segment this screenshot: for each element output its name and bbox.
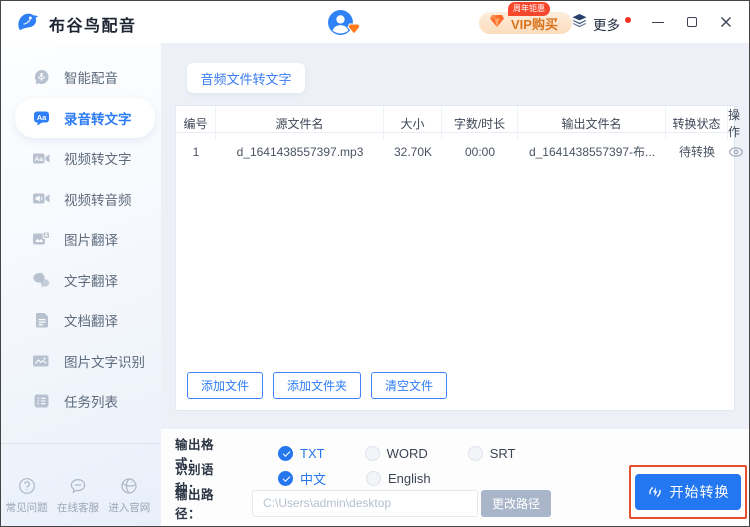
row-no: 1 bbox=[192, 144, 200, 159]
sidebar-item-label: 任务列表 bbox=[64, 395, 118, 411]
question-icon bbox=[18, 478, 35, 494]
more-menu-button[interactable]: 更多 bbox=[571, 13, 631, 34]
sidebar-item-label: 录音转文字 bbox=[64, 111, 132, 127]
app-window: 布谷鸟配音 周年钜惠 VIP购买 更多 智能配音 Aa 录音转文字 Aa 视频转… bbox=[0, 0, 750, 527]
tab-label: 音频文件转文字 bbox=[200, 71, 292, 87]
row-source-name: d_1641438557397.mp3 bbox=[236, 144, 364, 159]
clear-files-button[interactable]: 清空文件 bbox=[371, 372, 448, 399]
avatar-vip-badge-icon bbox=[347, 22, 361, 40]
row-output-name: d_1641438557397-布... bbox=[528, 145, 656, 159]
preview-eye-icon[interactable] bbox=[728, 144, 744, 160]
row-size: 32.70K bbox=[393, 144, 433, 159]
maximize-icon bbox=[687, 17, 697, 27]
main-area: 音频文件转文字 编号 源文件名 大小 字数/时长 输出文件名 转换状态 操作 1… bbox=[161, 43, 749, 526]
vip-promo-badge: 周年钜惠 bbox=[508, 2, 550, 16]
output-path-row: 输出路径： 更改路径 bbox=[175, 484, 552, 522]
faq-label: 常见问题 bbox=[5, 502, 48, 514]
start-conversion-button[interactable]: 开始转换 bbox=[635, 474, 741, 510]
table-header-row: 编号 源文件名 大小 字数/时长 输出文件名 转换状态 操作 bbox=[176, 106, 740, 140]
format-option-srt[interactable]: SRT bbox=[467, 445, 516, 461]
sidebar-item-task-list[interactable]: 任务列表 bbox=[1, 381, 161, 422]
user-avatar[interactable] bbox=[327, 9, 361, 39]
app-brand: 布谷鸟配音 bbox=[14, 8, 137, 39]
sidebar-footer-divider bbox=[1, 443, 161, 444]
support-icon bbox=[70, 478, 86, 494]
online-support-button[interactable]: 在线客服 bbox=[57, 477, 99, 515]
task-list-icon bbox=[31, 393, 51, 409]
close-icon bbox=[721, 17, 731, 27]
audio-to-text-icon: Aa bbox=[31, 110, 51, 126]
minimize-icon bbox=[652, 21, 664, 23]
sidebar-item-smart-dubbing[interactable]: 智能配音 bbox=[1, 57, 161, 98]
convert-bolt-icon bbox=[648, 486, 661, 498]
sidebar-item-label: 智能配音 bbox=[64, 71, 118, 87]
sidebar-item-video-to-audio[interactable]: 视频转音频 bbox=[1, 179, 161, 220]
vip-buy-label: VIP购买 bbox=[511, 16, 558, 32]
sidebar-item-label: 视频转音频 bbox=[64, 192, 132, 208]
official-site-button[interactable]: 进入官网 bbox=[108, 477, 150, 515]
image-translate-icon: A bbox=[31, 231, 51, 247]
more-label: 更多 bbox=[593, 17, 620, 33]
sidebar-item-image-ocr[interactable]: 图片文字识别 bbox=[1, 341, 161, 382]
svg-text:Aa: Aa bbox=[35, 156, 44, 163]
table-empty-space bbox=[176, 170, 734, 372]
row-actions bbox=[728, 133, 749, 170]
add-file-button[interactable]: 添加文件 bbox=[187, 372, 264, 399]
notification-dot bbox=[625, 16, 631, 23]
mic-bubble-icon bbox=[31, 69, 51, 85]
radio-unchecked-icon bbox=[467, 445, 483, 461]
minimize-button[interactable] bbox=[649, 13, 667, 31]
online-support-label: 在线客服 bbox=[56, 502, 99, 514]
table-row[interactable]: 1 d_1641438557397.mp3 32.70K 00:00 d_164… bbox=[176, 133, 743, 170]
output-path-input[interactable] bbox=[252, 489, 478, 517]
video-to-text-icon: Aa bbox=[31, 151, 51, 166]
sidebar-item-video-to-text[interactable]: Aa 视频转文字 bbox=[1, 138, 161, 179]
annotation-highlight-box: 开始转换 bbox=[629, 465, 747, 519]
row-words-duration: 00:00 bbox=[464, 144, 496, 159]
official-site-label: 进入官网 bbox=[108, 502, 151, 514]
title-bar: 布谷鸟配音 周年钜惠 VIP购买 更多 bbox=[1, 1, 749, 43]
image-ocr-icon bbox=[31, 353, 51, 369]
sidebar-item-label: 图片翻译 bbox=[64, 233, 118, 249]
row-status: 待转换 bbox=[678, 145, 715, 159]
svg-text:A: A bbox=[44, 233, 48, 239]
file-buttons-row: 添加文件 添加文件夹 清空文件 bbox=[187, 372, 734, 399]
sidebar-item-doc-translate[interactable]: 文档翻译 bbox=[1, 300, 161, 341]
maximize-button[interactable] bbox=[683, 13, 701, 31]
video-to-audio-icon bbox=[31, 191, 51, 206]
vip-gem-icon bbox=[489, 14, 505, 33]
app-logo-bird-icon bbox=[14, 8, 40, 39]
faq-button[interactable]: 常见问题 bbox=[6, 477, 48, 515]
sidebar-item-label: 图片文字识别 bbox=[64, 354, 145, 370]
add-folder-button[interactable]: 添加文件夹 bbox=[273, 372, 362, 399]
doc-translate-icon bbox=[31, 312, 51, 328]
tab-audio-file-to-text[interactable]: 音频文件转文字 bbox=[187, 63, 305, 93]
output-path-label: 输出路径： bbox=[175, 488, 215, 521]
app-title: 布谷鸟配音 bbox=[49, 17, 137, 35]
text-translate-icon bbox=[31, 272, 51, 288]
globe-icon bbox=[121, 478, 137, 494]
sidebar-item-label: 文字翻译 bbox=[64, 273, 118, 289]
sidebar: 智能配音 Aa 录音转文字 Aa 视频转文字 视频转音频 A 图片翻译 文字翻译… bbox=[1, 43, 161, 526]
start-conversion-label: 开始转换 bbox=[669, 484, 730, 500]
sidebar-item-audio-to-text[interactable]: Aa 录音转文字 bbox=[15, 97, 155, 138]
layers-icon bbox=[571, 13, 588, 34]
svg-text:Aa: Aa bbox=[36, 113, 46, 122]
file-table-panel: 编号 源文件名 大小 字数/时长 输出文件名 转换状态 操作 1 d_16414… bbox=[175, 105, 743, 411]
sidebar-item-text-translate[interactable]: 文字翻译 bbox=[1, 260, 161, 301]
sidebar-item-label: 视频转文字 bbox=[64, 152, 132, 168]
sidebar-footer: 常见问题 在线客服 进入官网 bbox=[1, 477, 155, 515]
change-path-button[interactable]: 更改路径 bbox=[481, 489, 552, 517]
close-button[interactable] bbox=[717, 13, 735, 31]
sidebar-item-label: 文档翻译 bbox=[64, 314, 118, 330]
sidebar-item-image-translate[interactable]: A 图片翻译 bbox=[1, 219, 161, 260]
